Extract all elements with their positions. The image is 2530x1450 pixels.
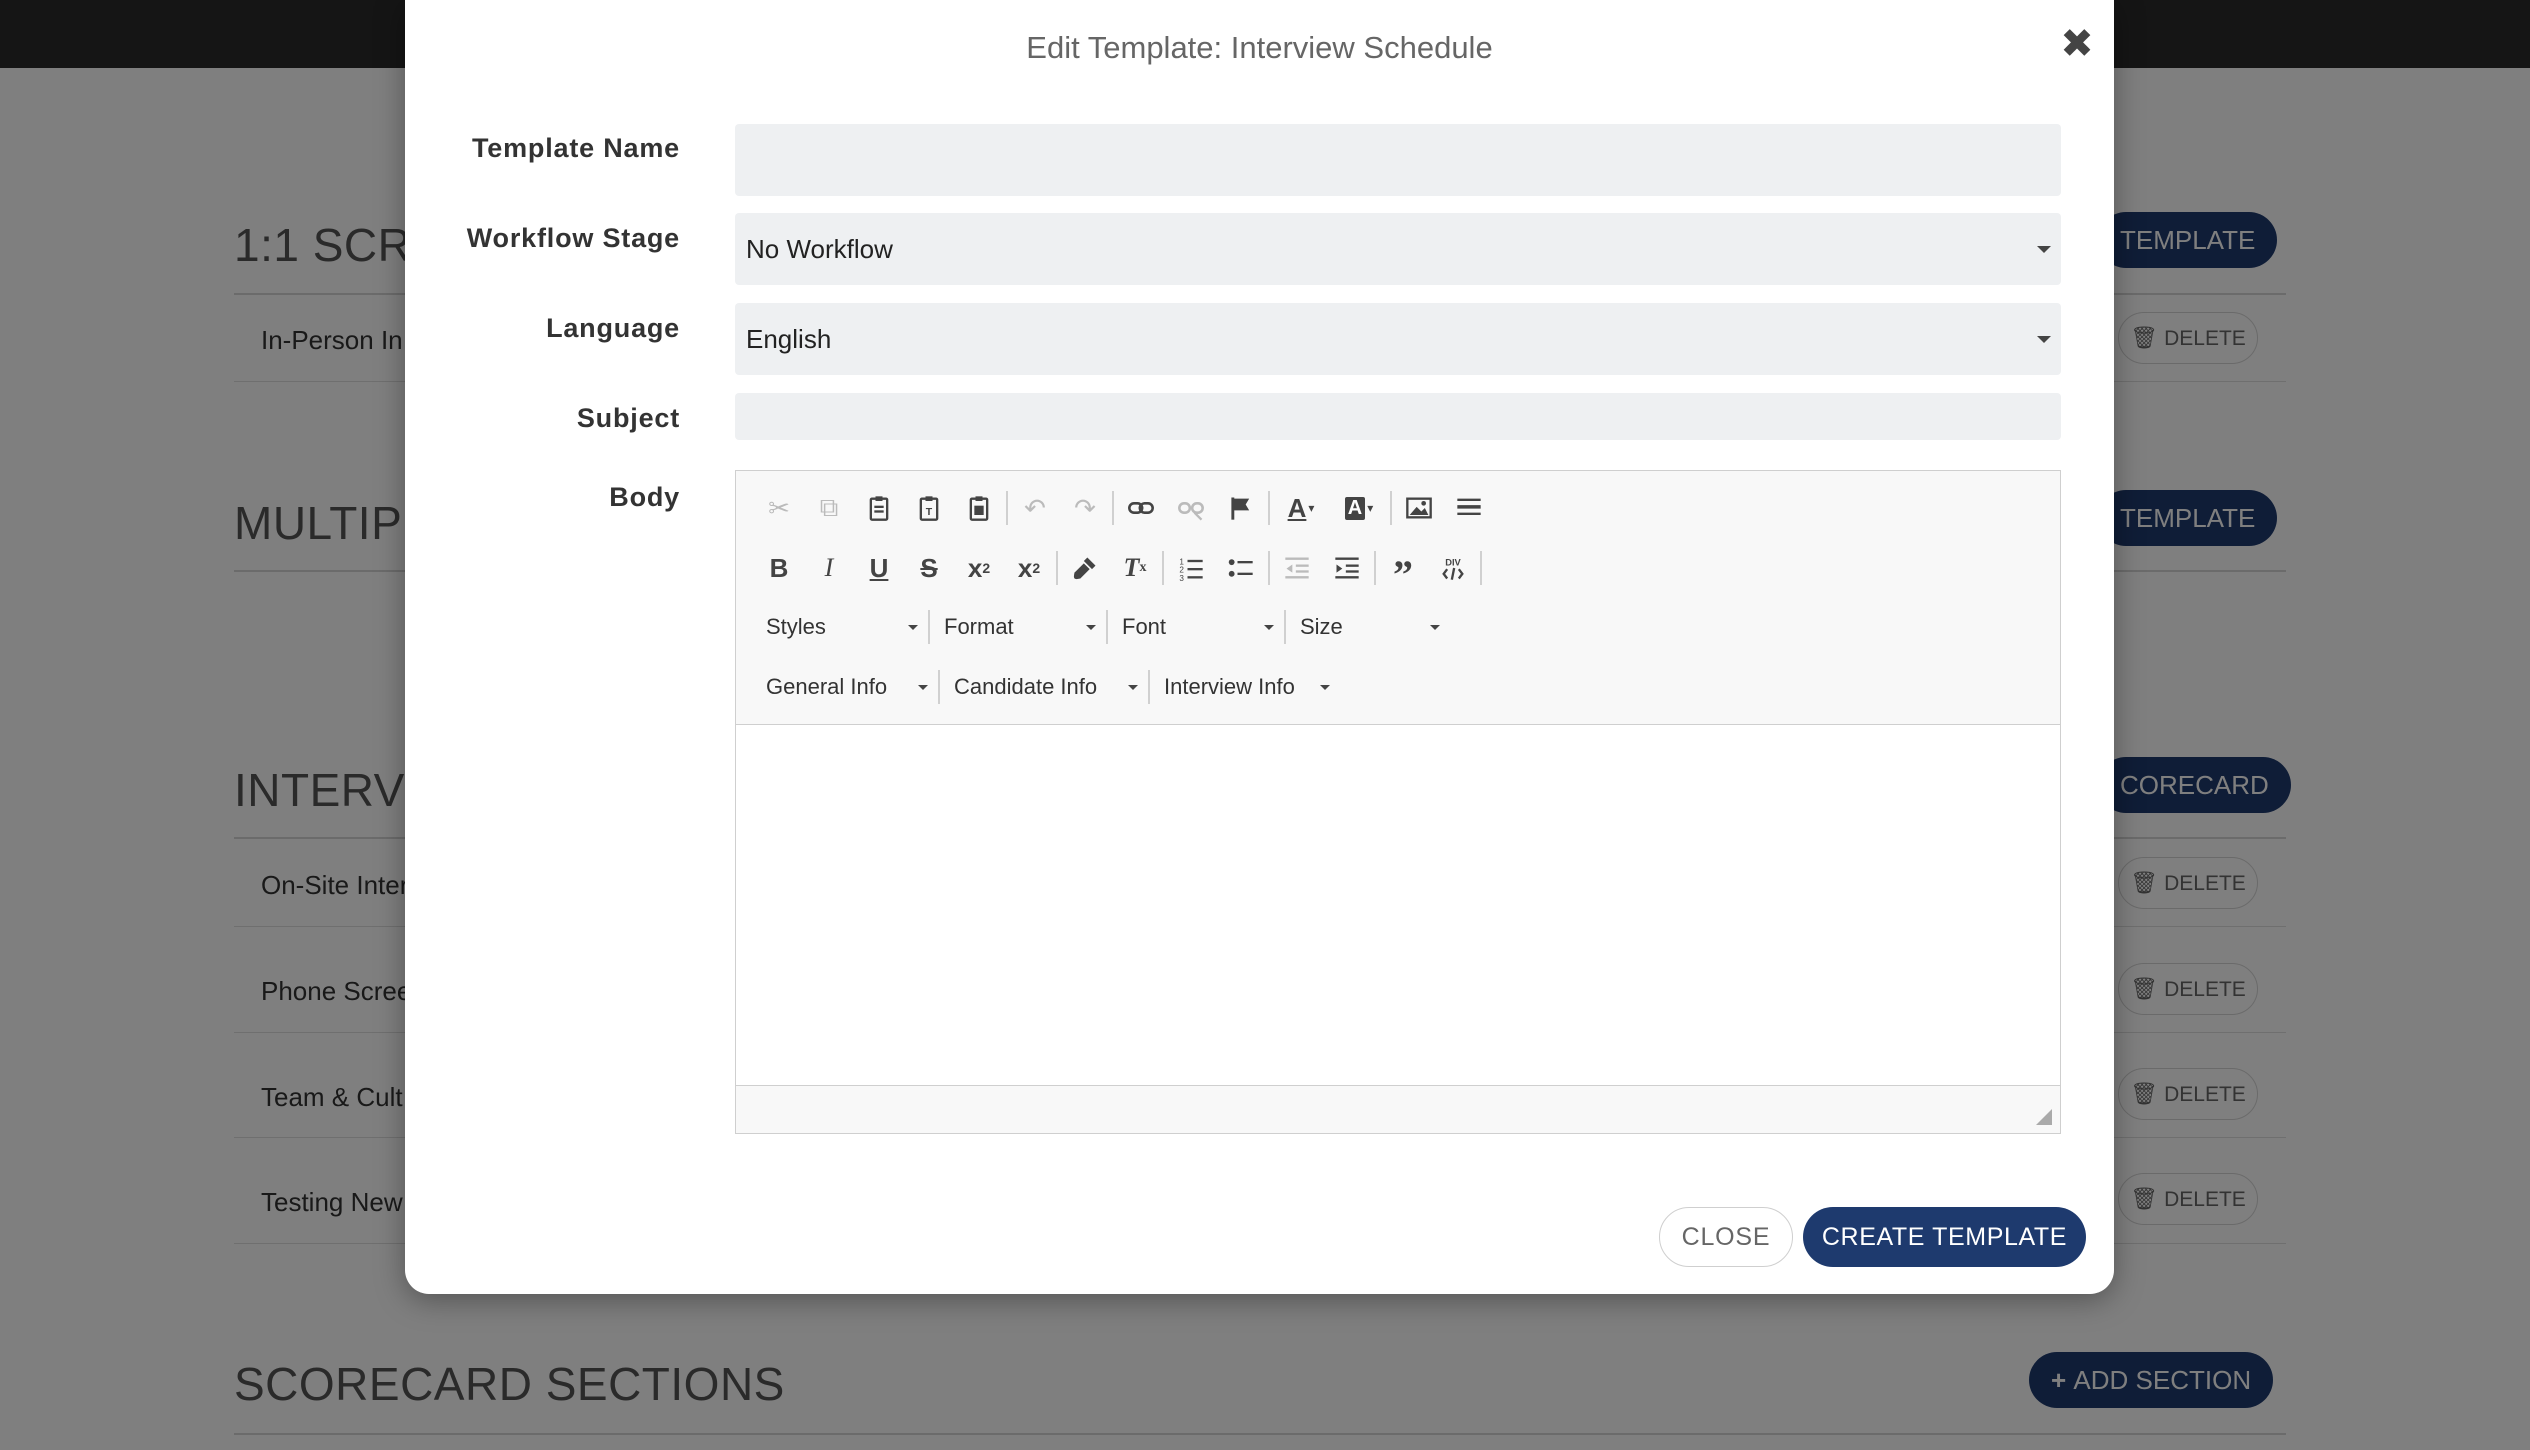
bold-icon[interactable]: B	[754, 546, 804, 590]
copy-format-brush-icon[interactable]	[1060, 546, 1110, 590]
toolbar-separator	[1162, 551, 1164, 585]
workflow-stage-select[interactable]: No Workflow	[735, 213, 2061, 285]
strikethrough-icon[interactable]: S	[904, 546, 954, 590]
modal-title: Edit Template: Interview Schedule	[1026, 30, 1493, 65]
cut-icon[interactable]: ✂	[754, 486, 804, 530]
editor-toolbar-row-2: B I U S x2 x2 Tx 123 ” DIV	[754, 546, 1484, 597]
toolbar-separator	[1112, 491, 1114, 525]
toolbar-separator	[1480, 551, 1482, 585]
close-button[interactable]: CLOSE	[1659, 1207, 1793, 1267]
chevron-down-icon	[1320, 685, 1330, 690]
paste-icon[interactable]	[854, 486, 904, 530]
size-dropdown[interactable]: Size	[1288, 605, 1448, 649]
paste-word-icon[interactable]	[954, 486, 1004, 530]
italic-icon[interactable]: I	[804, 546, 854, 590]
blockquote-icon[interactable]: ”	[1378, 546, 1428, 597]
subject-input[interactable]	[735, 393, 2061, 440]
candidate-info-dropdown[interactable]: Candidate Info	[942, 665, 1146, 709]
subscript-icon[interactable]: x2	[954, 546, 1004, 590]
toolbar-separator	[1284, 610, 1286, 644]
editor-toolbar-row-1: ✂ ⧉ T ↶ ↷ A ▾ A ▾	[754, 486, 1494, 530]
toolbar-separator	[1374, 551, 1376, 585]
link-icon[interactable]	[1116, 486, 1166, 530]
redo-icon[interactable]: ↷	[1060, 486, 1110, 530]
editor-combo-row-2: General Info Candidate Info Interview In…	[754, 665, 1338, 709]
superscript-icon[interactable]: x2	[1004, 546, 1054, 590]
chevron-down-icon	[1128, 685, 1138, 690]
resize-handle-icon[interactable]	[2036, 1109, 2052, 1125]
toolbar-separator	[1268, 551, 1270, 585]
chevron-down-icon	[918, 685, 928, 690]
remove-format-icon[interactable]: Tx	[1110, 546, 1160, 590]
anchor-flag-icon[interactable]	[1216, 486, 1266, 530]
toolbar-separator	[928, 610, 930, 644]
chevron-down-icon	[2037, 336, 2051, 343]
edit-template-modal: Edit Template: Interview Schedule ✖ Temp…	[405, 0, 2114, 1294]
toolbar-separator	[1148, 670, 1150, 704]
rich-text-editor: ✂ ⧉ T ↶ ↷ A ▾ A ▾ B I U S x2 x2 T x 1 2 …	[735, 470, 2061, 1134]
copy-icon[interactable]: ⧉	[804, 486, 854, 530]
toolbar-separator	[1056, 551, 1058, 585]
styles-dropdown[interactable]: Styles	[754, 605, 926, 649]
unlink-icon[interactable]	[1166, 486, 1216, 530]
toolbar-separator	[1268, 491, 1270, 525]
image-icon[interactable]	[1394, 486, 1444, 530]
language-label: Language	[546, 313, 680, 343]
text-color-icon[interactable]: A ▾	[1272, 486, 1330, 530]
chevron-down-icon	[1430, 625, 1440, 630]
toolbar-separator	[938, 670, 940, 704]
language-value: English	[746, 324, 832, 354]
close-icon[interactable]: ✖	[2057, 24, 2097, 64]
chevron-down-icon	[1086, 625, 1096, 630]
chevron-down-icon	[1264, 625, 1274, 630]
format-dropdown[interactable]: Format	[932, 605, 1104, 649]
editor-combo-row-1: Styles Format Font Size	[754, 605, 1448, 649]
underline-icon[interactable]: U	[854, 546, 904, 590]
template-name-input[interactable]	[735, 124, 2061, 196]
subject-label: Subject	[576, 403, 680, 433]
paste-text-icon[interactable]: T	[904, 486, 954, 530]
svg-text:3: 3	[1179, 574, 1184, 582]
indent-icon[interactable]	[1322, 546, 1372, 590]
toolbar-separator	[1006, 491, 1008, 525]
chevron-down-icon	[908, 625, 918, 630]
language-select[interactable]: English	[735, 303, 2061, 375]
background-color-icon[interactable]: A ▾	[1330, 486, 1388, 530]
svg-text:DIV: DIV	[1445, 558, 1461, 568]
div-container-icon[interactable]: DIV	[1428, 546, 1478, 590]
toolbar-separator	[1106, 610, 1108, 644]
chevron-down-icon	[2037, 246, 2051, 253]
horizontal-line-icon[interactable]	[1444, 486, 1494, 530]
workflow-stage-value: No Workflow	[746, 234, 893, 264]
svg-text:T: T	[926, 506, 933, 518]
outdent-icon[interactable]	[1272, 546, 1322, 590]
template-name-label: Template Name	[472, 133, 680, 163]
workflow-stage-label: Workflow Stage	[466, 223, 680, 253]
undo-icon[interactable]: ↶	[1010, 486, 1060, 530]
body-label: Body	[609, 482, 680, 512]
editor-body-area[interactable]	[736, 724, 2060, 1086]
general-info-dropdown[interactable]: General Info	[754, 665, 936, 709]
interview-info-dropdown[interactable]: Interview Info	[1152, 665, 1338, 709]
numbered-list-icon[interactable]: 123	[1166, 546, 1216, 590]
create-template-button[interactable]: CREATE TEMPLATE	[1803, 1207, 2086, 1267]
bulleted-list-icon[interactable]	[1216, 546, 1266, 590]
toolbar-separator	[1390, 491, 1392, 525]
font-dropdown[interactable]: Font	[1110, 605, 1282, 649]
